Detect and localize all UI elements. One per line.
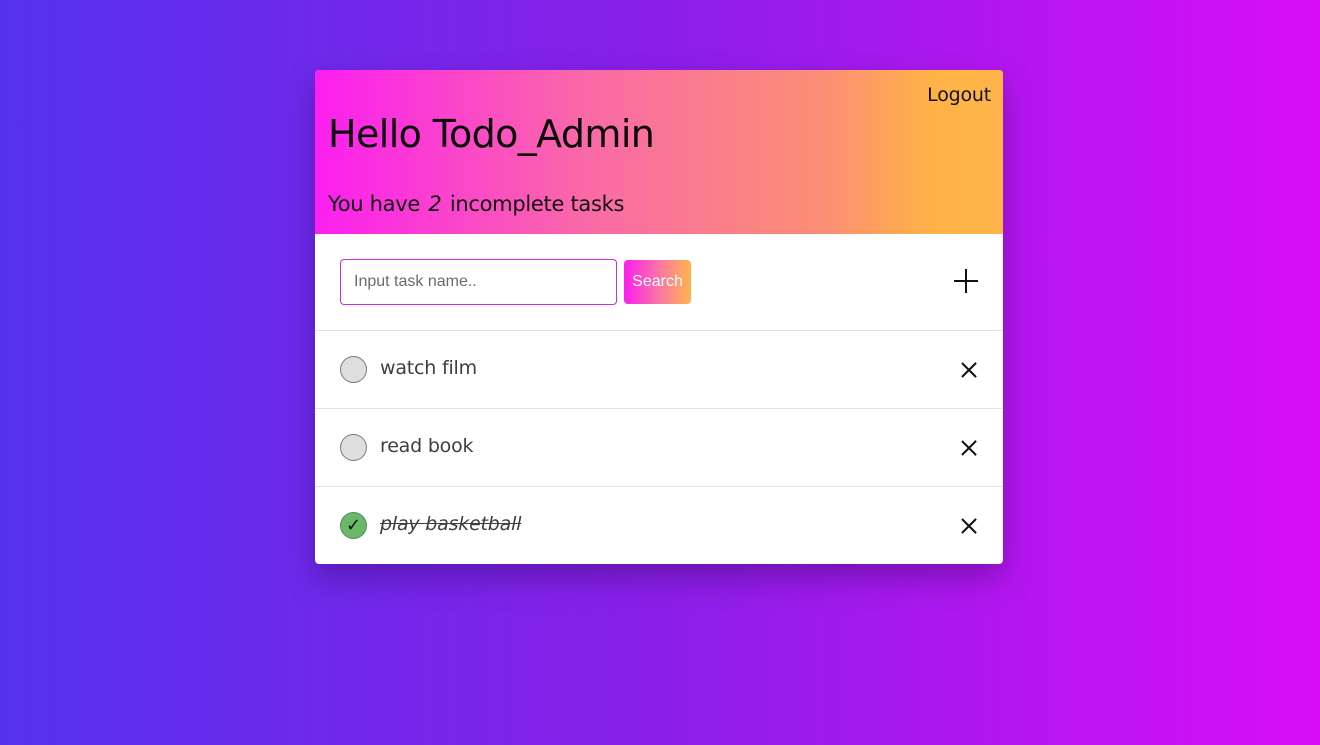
task-name: watch film <box>380 357 477 379</box>
task-row: ✓ play basketball <box>315 487 1003 564</box>
task-checkbox-checked[interactable]: ✓ <box>340 512 367 539</box>
close-icon[interactable] <box>961 518 977 534</box>
summary-prefix: You have <box>328 192 420 216</box>
task-search-input[interactable] <box>340 259 617 305</box>
plus-icon[interactable] <box>953 268 979 294</box>
task-checkbox[interactable] <box>340 434 367 461</box>
incomplete-summary: You have 2 incomplete tasks <box>328 192 624 216</box>
close-icon[interactable] <box>961 362 977 378</box>
greeting-title: Hello Todo_Admin <box>328 112 655 156</box>
incomplete-count: 2 <box>428 192 442 216</box>
checkmark-icon: ✓ <box>345 514 362 536</box>
task-checkbox[interactable] <box>340 356 367 383</box>
task-row: watch film <box>315 331 1003 409</box>
close-icon[interactable] <box>961 440 977 456</box>
task-list: watch film read book ✓ play basketball <box>315 331 1003 564</box>
todo-header: Logout Hello Todo_Admin You have 2 incom… <box>315 70 1003 234</box>
summary-suffix: incomplete tasks <box>449 192 625 216</box>
logout-link[interactable]: Logout <box>927 84 991 106</box>
task-name: play basketball <box>380 513 522 535</box>
task-toolbar: Search <box>315 234 1003 331</box>
task-name: read book <box>380 435 474 457</box>
task-row: read book <box>315 409 1003 487</box>
search-button[interactable]: Search <box>624 260 691 304</box>
todo-card: Logout Hello Todo_Admin You have 2 incom… <box>315 70 1003 564</box>
